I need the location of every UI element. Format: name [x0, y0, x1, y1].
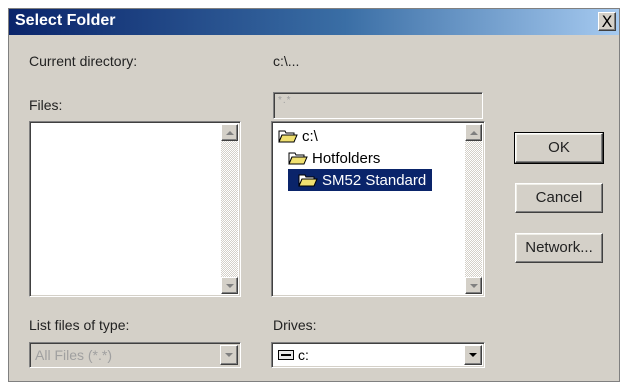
network-button[interactable]: Network... — [515, 233, 603, 263]
close-icon: X — [601, 12, 613, 31]
arrow-down-icon — [225, 283, 234, 288]
files-scroll-down-button[interactable] — [221, 277, 238, 294]
drive-icon — [278, 350, 294, 360]
files-listbox[interactable] — [29, 121, 241, 297]
file-type-value: All Files (*.*) — [35, 347, 113, 363]
select-folder-dialog: Select Folder X Current directory: c:\..… — [8, 8, 620, 382]
directory-item-root[interactable]: c:\ — [278, 125, 324, 147]
list-files-of-type-label: List files of type: — [29, 317, 130, 333]
chevron-down-icon — [225, 353, 233, 357]
title-bar[interactable]: Select Folder X — [9, 9, 619, 35]
directories-scrollbar[interactable] — [465, 124, 482, 294]
files-label: Files: — [29, 97, 63, 113]
chevron-down-icon — [469, 353, 477, 357]
open-folder-icon — [278, 130, 298, 143]
current-directory-label: Current directory: — [29, 53, 138, 69]
directories-scroll-up-button[interactable] — [465, 124, 482, 141]
close-button[interactable]: X — [598, 12, 616, 31]
directory-item-hotfolders[interactable]: Hotfolders — [288, 147, 386, 169]
directory-item-label: c:\ — [302, 127, 318, 145]
directory-item-label: SM52 Standard — [322, 171, 427, 189]
directory-item-sm52-standard[interactable]: SM52 Standard — [288, 169, 433, 191]
arrow-down-icon — [469, 283, 478, 288]
files-scrollbar[interactable] — [221, 124, 238, 294]
ok-button[interactable]: OK — [514, 132, 604, 164]
directories-scroll-down-button[interactable] — [465, 277, 482, 294]
drives-label: Drives: — [273, 317, 317, 333]
open-folder-icon — [288, 152, 308, 165]
arrow-up-icon — [469, 130, 478, 135]
directory-item-label: Hotfolders — [312, 149, 381, 167]
file-type-select[interactable]: All Files (*.*) — [29, 342, 241, 368]
directories-listbox[interactable]: c:\ Hotfolders SM52 Standard — [271, 121, 485, 297]
filename-field-value: *.* — [278, 95, 292, 106]
drives-select[interactable]: c: — [271, 342, 485, 368]
open-folder-icon — [298, 174, 318, 187]
drives-dropdown-button[interactable] — [464, 345, 482, 365]
arrow-up-icon — [225, 130, 234, 135]
file-type-dropdown-button[interactable] — [220, 345, 238, 365]
files-scroll-up-button[interactable] — [221, 124, 238, 141]
current-directory-value: c:\... — [273, 53, 300, 69]
filename-field[interactable]: *.* — [273, 92, 483, 119]
dialog-title: Select Folder — [15, 12, 116, 29]
drives-value: c: — [298, 347, 309, 363]
cancel-button[interactable]: Cancel — [515, 183, 603, 213]
